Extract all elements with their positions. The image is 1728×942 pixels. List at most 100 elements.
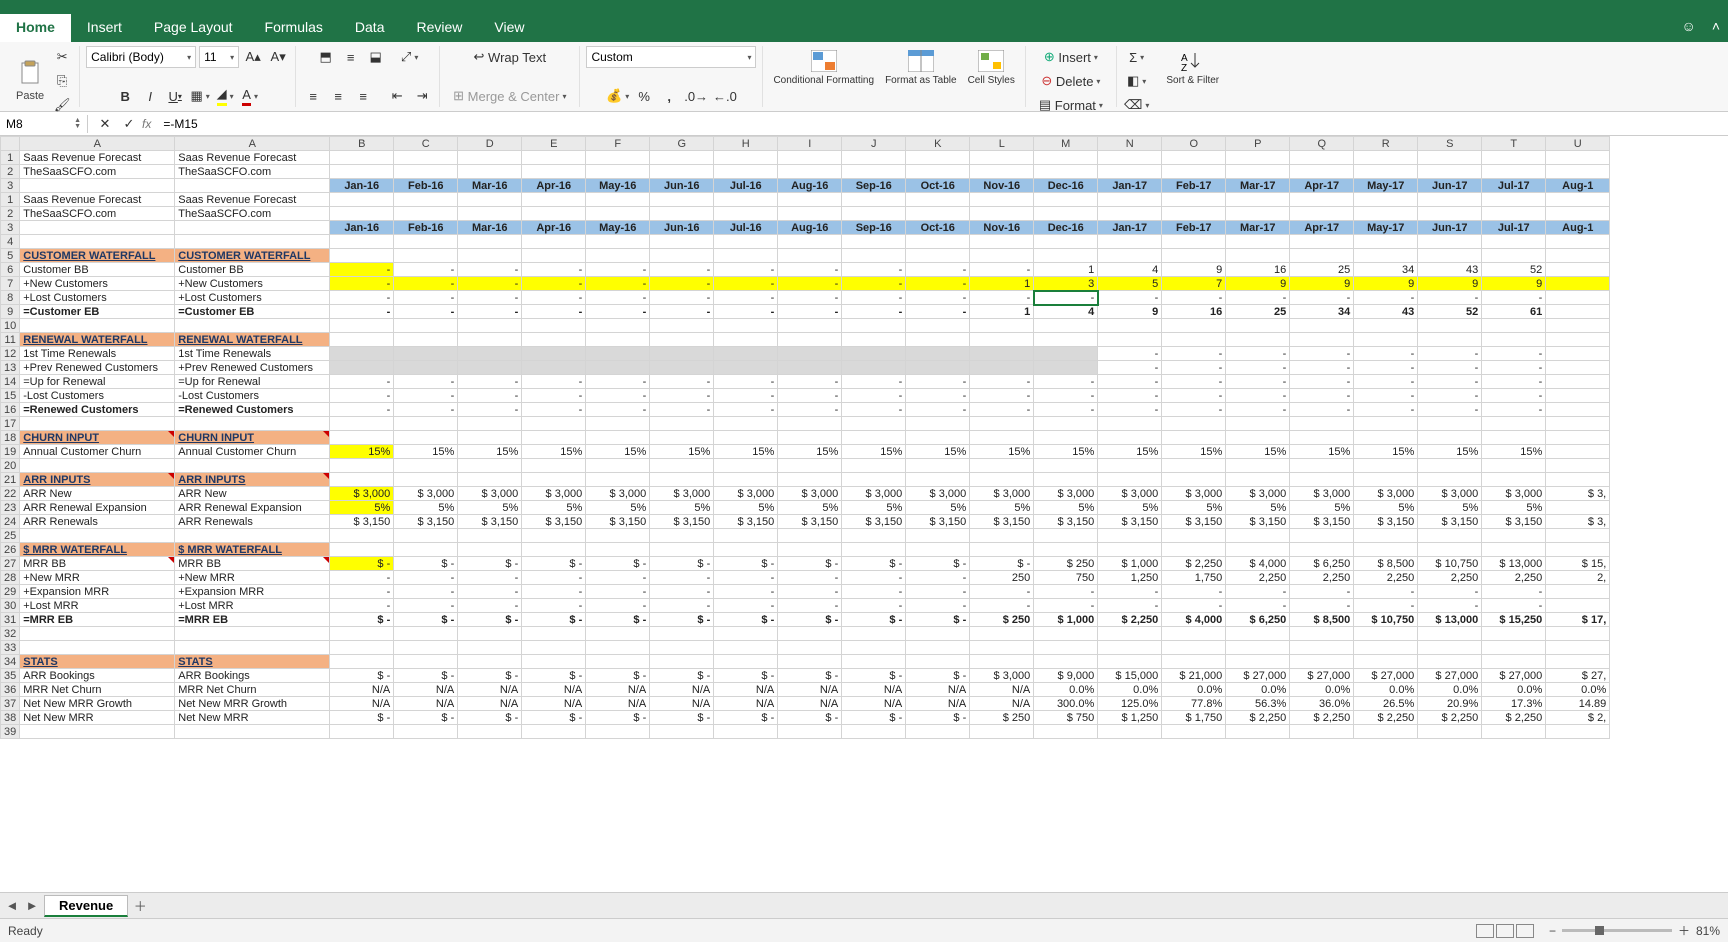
cell[interactable] <box>1546 361 1610 375</box>
cell[interactable]: ARR New <box>20 487 175 501</box>
cell[interactable] <box>1482 641 1546 655</box>
cell[interactable] <box>778 473 842 487</box>
cell[interactable] <box>1482 319 1546 333</box>
cell[interactable]: $ 4,000 <box>1162 613 1226 627</box>
cell[interactable] <box>1226 431 1290 445</box>
cell[interactable]: 15% <box>458 445 522 459</box>
cell[interactable] <box>778 235 842 249</box>
cell[interactable]: $ 3,000 <box>330 487 394 501</box>
cell[interactable]: Mar-16 <box>458 221 522 235</box>
cell[interactable] <box>778 151 842 165</box>
cell[interactable] <box>1098 655 1162 669</box>
cell[interactable]: - <box>1226 375 1290 389</box>
cell[interactable]: $ 2,250 <box>1162 557 1226 571</box>
cell[interactable]: - <box>330 599 394 613</box>
cell[interactable] <box>522 249 586 263</box>
cell[interactable] <box>522 655 586 669</box>
cell[interactable] <box>970 333 1034 347</box>
cell[interactable] <box>714 473 778 487</box>
cell[interactable]: 0.0% <box>1546 683 1610 697</box>
cell[interactable]: $ 2, <box>1546 711 1610 725</box>
cell[interactable] <box>970 207 1034 221</box>
cell[interactable] <box>586 151 650 165</box>
cell[interactable] <box>1482 151 1546 165</box>
cell[interactable]: - <box>1162 347 1226 361</box>
cell[interactable]: - <box>1290 375 1354 389</box>
cell[interactable] <box>1034 151 1098 165</box>
cell[interactable] <box>714 361 778 375</box>
cell[interactable] <box>458 333 522 347</box>
tab-view[interactable]: View <box>478 14 540 42</box>
cell[interactable]: 0.0% <box>1226 683 1290 697</box>
cell[interactable]: - <box>394 277 458 291</box>
row-header[interactable]: 29 <box>1 585 20 599</box>
cell[interactable] <box>586 473 650 487</box>
cell[interactable]: $ - <box>522 711 586 725</box>
cell[interactable] <box>1226 207 1290 221</box>
cell[interactable] <box>1098 459 1162 473</box>
cell[interactable]: Jan-16 <box>330 221 394 235</box>
cell[interactable] <box>1226 459 1290 473</box>
cell[interactable]: $ 750 <box>1034 711 1098 725</box>
font-color-button[interactable]: A <box>239 85 261 107</box>
cell[interactable]: 15% <box>1162 445 1226 459</box>
column-header[interactable]: Q <box>1290 137 1354 151</box>
cell[interactable]: $ - <box>778 711 842 725</box>
cell[interactable]: $ - <box>714 613 778 627</box>
cell[interactable]: =Renewed Customers <box>20 403 175 417</box>
zoom-out-button[interactable]: − <box>1549 924 1556 938</box>
cell[interactable]: $ 6,250 <box>1226 613 1290 627</box>
cell[interactable]: - <box>1290 599 1354 613</box>
sheet-nav-next[interactable]: ► <box>24 898 40 913</box>
cell[interactable]: 0.0% <box>1098 683 1162 697</box>
cell[interactable] <box>842 207 906 221</box>
cell[interactable] <box>394 347 458 361</box>
cell[interactable]: $ 3,150 <box>778 515 842 529</box>
cell[interactable]: 5% <box>1354 501 1418 515</box>
cell[interactable] <box>1226 249 1290 263</box>
cell[interactable] <box>1034 165 1098 179</box>
cell[interactable] <box>1226 193 1290 207</box>
cell[interactable] <box>906 165 970 179</box>
cell[interactable]: - <box>1418 403 1482 417</box>
cell[interactable]: 2,250 <box>1482 571 1546 585</box>
cell[interactable] <box>650 473 714 487</box>
cell[interactable]: - <box>1418 347 1482 361</box>
cell[interactable]: - <box>522 571 586 585</box>
cell[interactable] <box>1418 627 1482 641</box>
cell[interactable]: - <box>1034 599 1098 613</box>
row-header[interactable]: 12 <box>1 347 20 361</box>
cell[interactable]: $ 3,000 <box>1162 487 1226 501</box>
cell[interactable]: - <box>842 277 906 291</box>
cell[interactable]: $ - <box>778 613 842 627</box>
cell[interactable]: $ 3,150 <box>1354 515 1418 529</box>
cell[interactable] <box>394 641 458 655</box>
cell[interactable] <box>1546 263 1610 277</box>
cell[interactable] <box>1226 627 1290 641</box>
cell[interactable]: $ 3,000 <box>1418 487 1482 501</box>
cell[interactable]: - <box>1098 291 1162 305</box>
cell[interactable]: $ 2,250 <box>1226 711 1290 725</box>
cell[interactable] <box>650 347 714 361</box>
cell[interactable] <box>778 459 842 473</box>
cell[interactable] <box>1226 473 1290 487</box>
cell[interactable] <box>330 627 394 641</box>
cell[interactable]: - <box>714 263 778 277</box>
cell[interactable] <box>842 543 906 557</box>
cell[interactable] <box>906 333 970 347</box>
cell[interactable]: - <box>778 403 842 417</box>
cell[interactable] <box>394 417 458 431</box>
cell[interactable]: $ 3,150 <box>906 515 970 529</box>
row-header[interactable]: 10 <box>1 319 20 333</box>
cell[interactable]: N/A <box>970 697 1034 711</box>
row-header[interactable]: 26 <box>1 543 20 557</box>
cell[interactable]: - <box>842 389 906 403</box>
cell[interactable] <box>778 431 842 445</box>
row-header[interactable]: 3 <box>1 179 20 193</box>
normal-view-button[interactable] <box>1476 924 1494 938</box>
cell[interactable] <box>1546 347 1610 361</box>
row-header[interactable]: 2 <box>1 165 20 179</box>
cell[interactable]: - <box>1418 375 1482 389</box>
cell[interactable] <box>842 529 906 543</box>
cell[interactable]: - <box>586 291 650 305</box>
